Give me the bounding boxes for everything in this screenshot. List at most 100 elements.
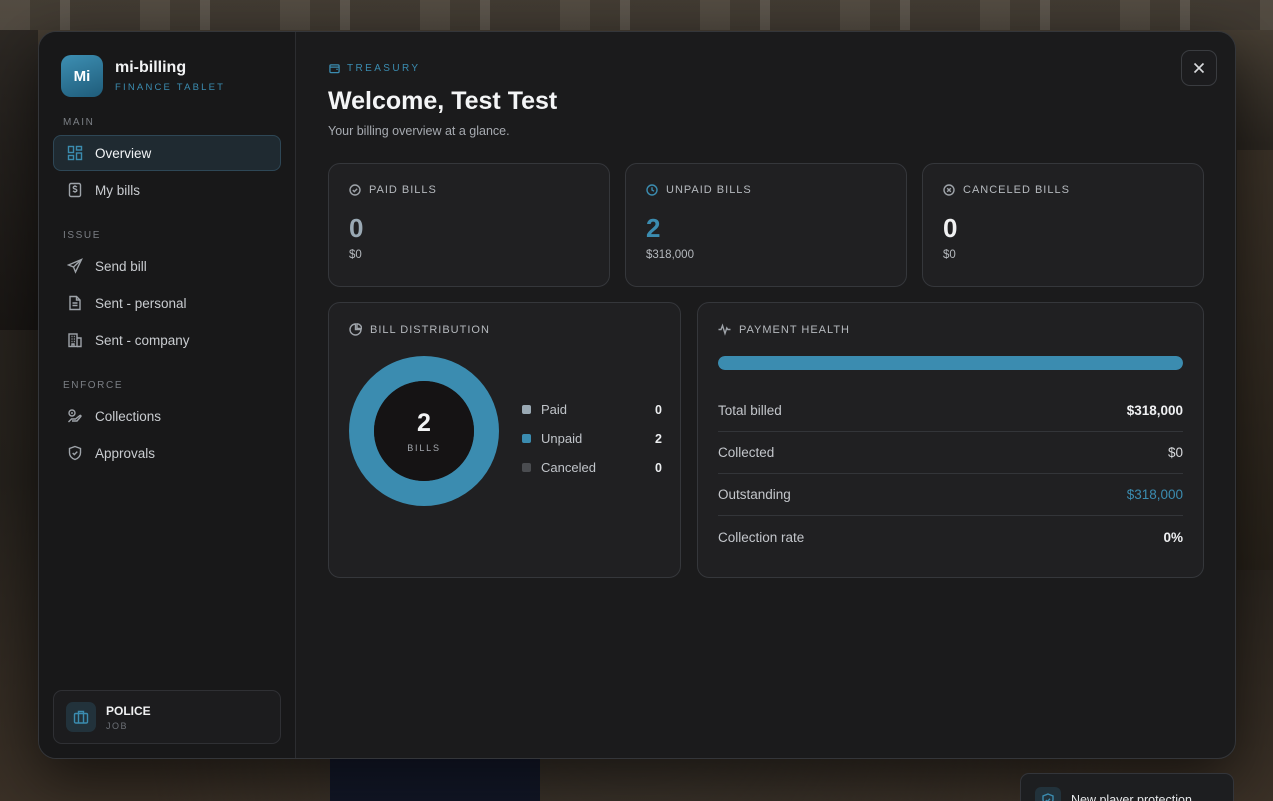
briefcase-icon — [66, 702, 96, 732]
donut-chart: 2 BILLS — [349, 356, 499, 506]
sidebar-item-collections[interactable]: Collections — [53, 398, 281, 434]
stat-label: PAID BILLS — [369, 184, 437, 196]
toast-text: New player protection — [1071, 793, 1192, 801]
background-wall — [1237, 150, 1273, 570]
building-icon — [68, 333, 82, 348]
stat-amount: $0 — [943, 249, 956, 261]
sidebar-item-label: Overview — [95, 145, 152, 161]
collections-icon — [68, 409, 82, 423]
summary-list: Total billed $318,000 Collected $0 Outst… — [718, 390, 1183, 558]
sidebar-item-my-bills[interactable]: My bills — [53, 172, 281, 208]
legend-value: 0 — [655, 460, 662, 475]
legend-item-paid: Paid 0 — [522, 395, 662, 424]
row-value: $0 — [1167, 445, 1183, 460]
pie-chart-icon — [349, 323, 362, 336]
stat-value: 0 — [943, 213, 958, 243]
sidebar-item-label: My bills — [95, 182, 141, 198]
stat-label: UNPAID BILLS — [666, 184, 752, 196]
activity-icon — [718, 323, 731, 336]
stat-card-paid: PAID BILLS 0 $0 — [328, 163, 610, 287]
shield-check-icon — [1035, 787, 1061, 801]
legend-value: 0 — [655, 402, 662, 417]
check-circle-icon — [349, 184, 361, 196]
eyebrow-label: TREASURY — [347, 63, 421, 74]
page-title: Welcome, Test Test — [328, 87, 558, 115]
brand: Mi mi-billing FINANCE TABLET — [61, 55, 281, 97]
row-label: Collected — [718, 445, 775, 460]
summary-row-outstanding: Outstanding $318,000 — [718, 474, 1183, 516]
donut-total: 2 — [417, 409, 431, 437]
sidebar-item-label: Sent - personal — [95, 295, 187, 311]
brand-logo: Mi — [61, 55, 103, 97]
sidebar-item-sent-company[interactable]: Sent - company — [53, 322, 281, 358]
stat-label: CANCELED BILLS — [963, 184, 1070, 196]
sidebar-item-overview[interactable]: Overview — [53, 135, 281, 171]
section-label-issue: ISSUE — [63, 230, 102, 241]
row-value: $318,000 — [1126, 403, 1183, 418]
card-title: BILL DISTRIBUTION — [370, 323, 490, 336]
sidebar-item-label: Send bill — [95, 258, 147, 274]
wallet-icon — [329, 64, 340, 74]
sidebar-item-send-bill[interactable]: Send bill — [53, 248, 281, 284]
legend-name: Paid — [541, 402, 568, 417]
section-label-main: MAIN — [63, 117, 95, 128]
job-card: POLICE JOB — [53, 690, 281, 744]
stat-value: 2 — [646, 213, 661, 243]
sidebar-item-label: Sent - company — [95, 332, 190, 348]
row-value: $318,000 — [1126, 487, 1183, 502]
legend-swatch — [522, 463, 531, 472]
background-pillar — [0, 30, 38, 330]
card-title: PAYMENT HEALTH — [739, 323, 850, 336]
progress-fill — [718, 356, 1183, 370]
background-scene — [0, 0, 1273, 30]
payment-progress-bar — [718, 356, 1183, 370]
sidebar-item-sent-personal[interactable]: Sent - personal — [53, 285, 281, 321]
x-circle-icon — [943, 184, 955, 196]
section-label-enforce: ENFORCE — [63, 380, 124, 391]
legend-item-unpaid: Unpaid 2 — [522, 424, 662, 453]
summary-row-total-billed: Total billed $318,000 — [718, 390, 1183, 432]
legend-swatch — [522, 434, 531, 443]
row-label: Collection rate — [718, 529, 805, 545]
send-icon — [67, 258, 83, 274]
stat-amount: $0 — [349, 249, 362, 261]
clock-icon — [646, 184, 658, 196]
brand-name: mi-billing — [115, 59, 187, 76]
bill-distribution-card: BILL DISTRIBUTION 2 BILLS Paid 0 Unpaid … — [328, 302, 681, 578]
job-subtitle: JOB — [106, 720, 129, 731]
shield-icon — [68, 445, 82, 461]
close-button[interactable] — [1181, 50, 1217, 86]
eyebrow: TREASURY — [329, 63, 420, 74]
close-icon — [1193, 62, 1205, 74]
sidebar: Mi mi-billing FINANCE TABLET MAIN Overvi… — [39, 32, 296, 758]
summary-row-collected: Collected $0 — [718, 432, 1183, 474]
stat-amount: $318,000 — [646, 249, 694, 261]
legend-item-canceled: Canceled 0 — [522, 453, 662, 482]
grid-icon — [67, 145, 83, 161]
payment-health-card: PAYMENT HEALTH Total billed $318,000 Col… — [697, 302, 1204, 578]
row-label: Total billed — [718, 403, 782, 418]
notification-toast[interactable]: New player protection — [1020, 773, 1234, 801]
summary-row-collection-rate: Collection rate 0% — [718, 516, 1183, 558]
legend-name: Canceled — [541, 460, 596, 475]
bill-icon — [68, 182, 82, 198]
main-content: TREASURY Welcome, Test Test Your billing… — [296, 32, 1235, 758]
document-icon — [69, 295, 81, 311]
donut-center: 2 BILLS — [349, 356, 499, 506]
stat-value: 0 — [349, 213, 364, 243]
sidebar-item-approvals[interactable]: Approvals — [53, 435, 281, 471]
legend-value: 2 — [655, 431, 662, 446]
chart-legend: Paid 0 Unpaid 2 Canceled 0 — [522, 395, 662, 482]
donut-label: BILLS — [407, 443, 441, 453]
legend-swatch — [522, 405, 531, 414]
stat-card-unpaid: UNPAID BILLS 2 $318,000 — [625, 163, 907, 287]
stat-card-canceled: CANCELED BILLS 0 $0 — [922, 163, 1204, 287]
job-title: POLICE — [106, 703, 151, 718]
sidebar-item-label: Approvals — [95, 445, 156, 461]
finance-tablet: Mi mi-billing FINANCE TABLET MAIN Overvi… — [38, 31, 1236, 759]
page-subtitle: Your billing overview at a glance. — [328, 124, 510, 138]
sidebar-item-label: Collections — [95, 408, 162, 424]
row-value: 0% — [1163, 529, 1183, 545]
row-label: Outstanding — [718, 487, 791, 502]
legend-name: Unpaid — [541, 431, 583, 446]
